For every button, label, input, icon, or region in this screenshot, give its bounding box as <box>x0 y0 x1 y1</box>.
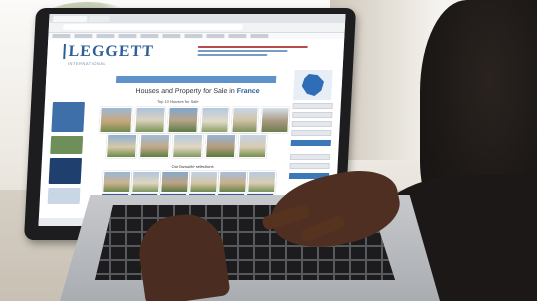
sidebar-ad[interactable] <box>50 136 84 154</box>
listing-card[interactable] <box>217 171 248 197</box>
property-photo[interactable] <box>172 134 204 158</box>
property-photo[interactable] <box>99 107 133 133</box>
sidebar-ad[interactable] <box>51 102 85 132</box>
search-field[interactable] <box>289 154 331 160</box>
listing-card[interactable] <box>246 171 277 197</box>
url-field[interactable] <box>62 24 244 30</box>
recent-photos-row <box>101 171 277 197</box>
listing-card[interactable] <box>101 171 132 197</box>
browser-tab[interactable] <box>53 16 88 22</box>
sidebar-ad[interactable] <box>48 158 83 184</box>
property-photo[interactable] <box>139 134 171 158</box>
search-field[interactable] <box>292 112 333 118</box>
property-photo[interactable] <box>231 107 259 133</box>
bookmark-item[interactable] <box>162 34 181 38</box>
listing-card[interactable] <box>159 171 190 197</box>
page-subtitle: Top 10 Houses for Sale <box>156 99 199 104</box>
search-button[interactable] <box>290 140 331 146</box>
property-photo[interactable] <box>238 134 268 158</box>
address-bar <box>48 23 346 33</box>
site-logo[interactable]: LEGGETT <box>63 43 154 60</box>
search-field[interactable] <box>292 103 333 109</box>
listing-card[interactable] <box>188 171 219 197</box>
bookmark-item[interactable] <box>118 34 137 38</box>
france-map[interactable] <box>293 70 333 100</box>
property-photo[interactable] <box>134 107 166 133</box>
bookmarks-bar <box>48 33 345 39</box>
browser-tab-bar <box>49 14 346 23</box>
property-photo[interactable] <box>260 107 290 133</box>
property-photo[interactable] <box>167 107 199 133</box>
sidebar-ad[interactable] <box>47 188 81 204</box>
property-photo[interactable] <box>106 134 138 158</box>
property-photo[interactable] <box>200 107 230 133</box>
header-contact <box>197 46 318 60</box>
bookmark-item[interactable] <box>74 34 93 38</box>
search-field[interactable] <box>291 121 332 127</box>
bookmark-item[interactable] <box>96 34 115 38</box>
bookmark-item[interactable] <box>184 34 203 38</box>
new-tab-button[interactable] <box>89 16 110 22</box>
france-map-shape <box>301 74 324 96</box>
search-field[interactable] <box>291 130 332 136</box>
section-title: Our favourite selections <box>171 164 214 169</box>
main-nav[interactable] <box>115 76 277 83</box>
logo-subtitle: INTERNATIONAL <box>67 61 107 66</box>
left-sidebar <box>47 102 85 222</box>
bookmark-item[interactable] <box>206 34 225 38</box>
bookmark-item[interactable] <box>52 34 71 38</box>
secondary-photos-row <box>106 134 268 158</box>
bookmark-item[interactable] <box>250 34 269 38</box>
page-title: Houses and Property for Sale in France <box>135 88 260 95</box>
photo-scene: LEGGETT INTERNATIONAL Houses and Propert… <box>0 0 537 301</box>
featured-photos-row <box>99 107 290 133</box>
property-photo[interactable] <box>205 134 237 158</box>
bookmark-item[interactable] <box>140 34 159 38</box>
listing-card[interactable] <box>130 171 161 197</box>
bookmark-item[interactable] <box>228 34 247 38</box>
search-field[interactable] <box>289 163 330 169</box>
